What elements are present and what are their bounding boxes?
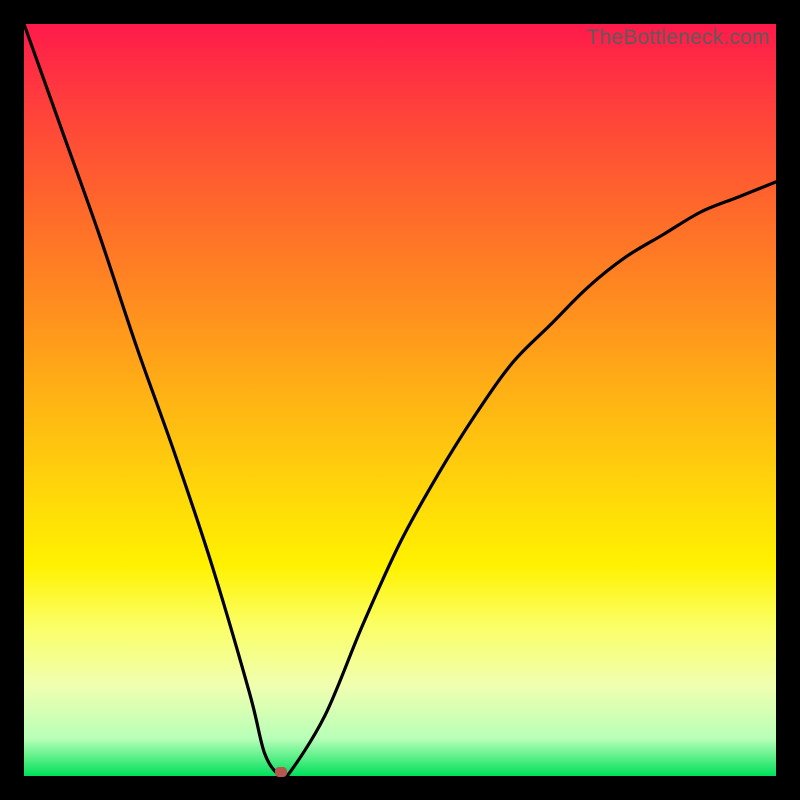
chart-frame: TheBottleneck.com <box>0 0 800 800</box>
curve-svg <box>24 24 776 776</box>
bottleneck-curve <box>24 24 776 781</box>
plot-area: TheBottleneck.com <box>24 24 776 776</box>
optimum-marker <box>275 767 287 777</box>
